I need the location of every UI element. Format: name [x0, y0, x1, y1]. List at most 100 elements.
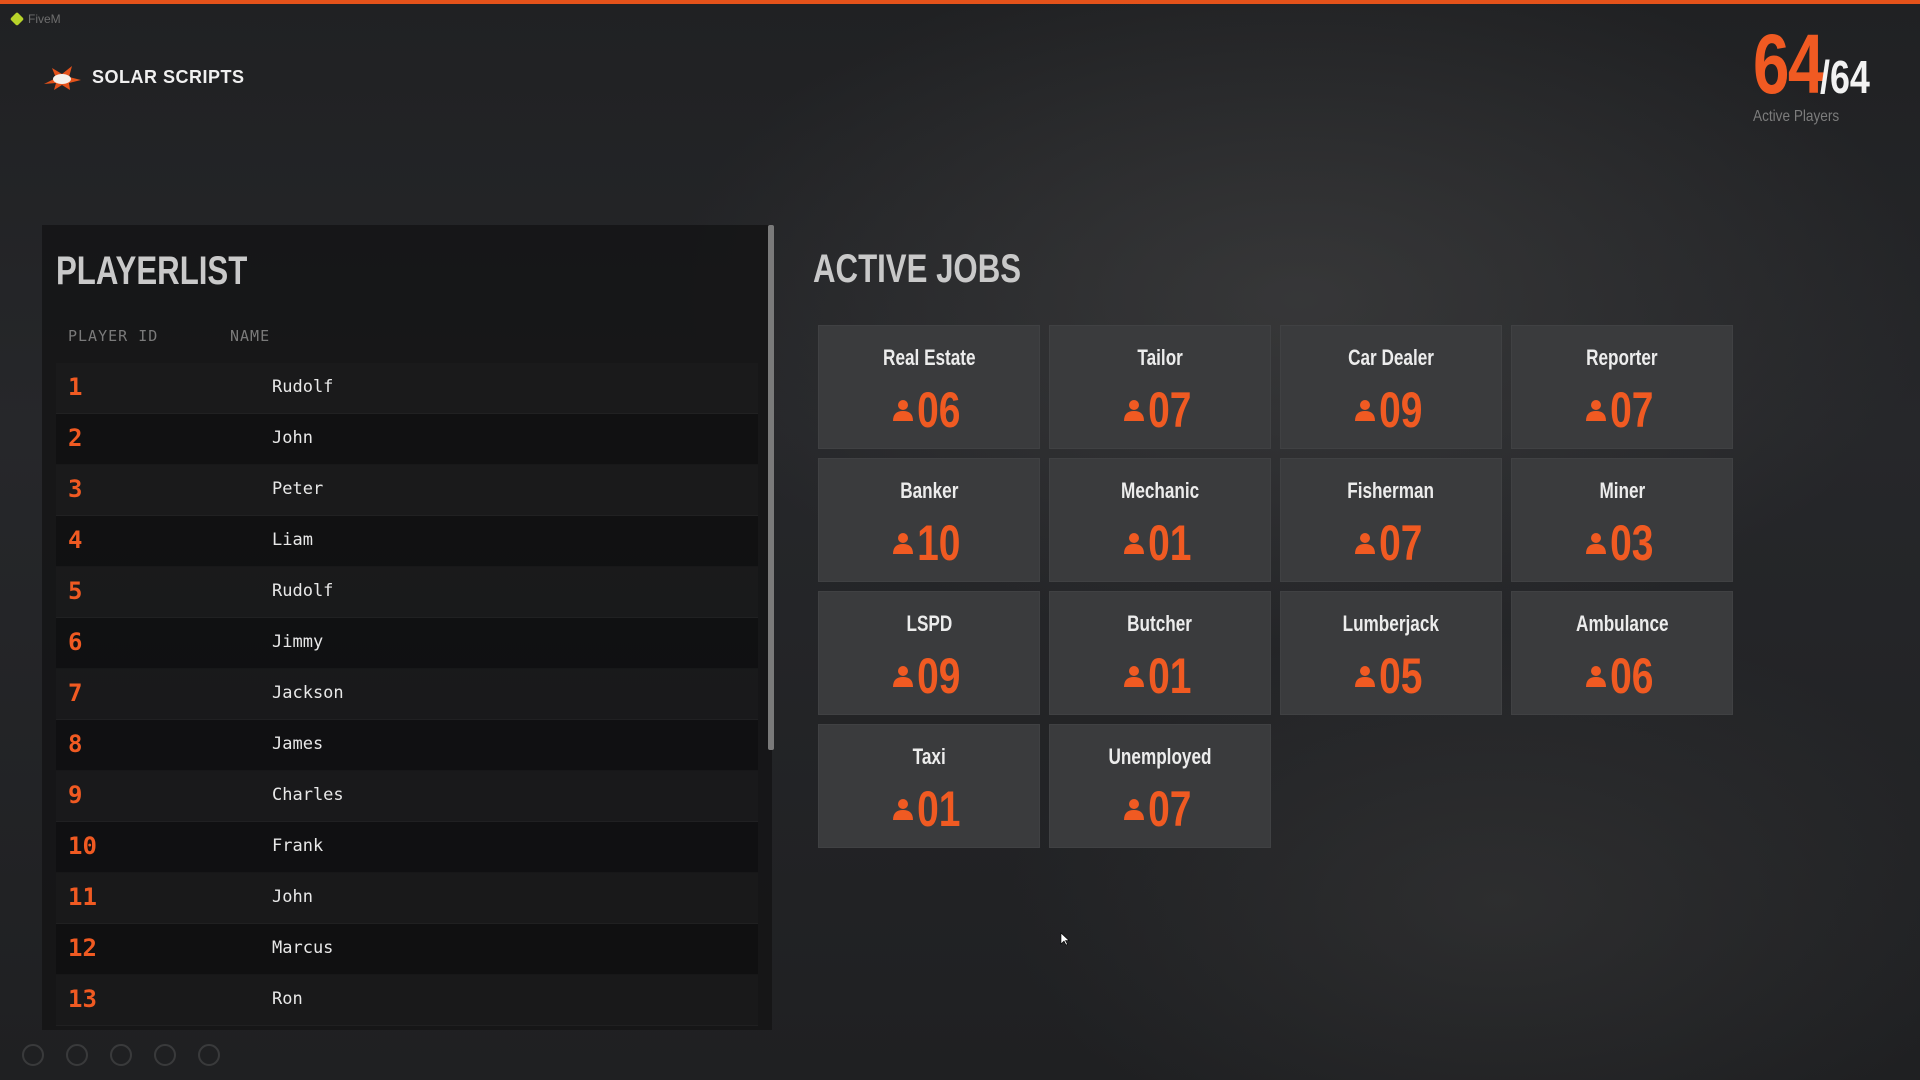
player-name: Frank [272, 836, 324, 856]
player-name: John [272, 428, 313, 448]
player-id: 11 [68, 883, 97, 911]
player-id: 6 [68, 628, 83, 656]
player-row[interactable]: 4 Liam [56, 516, 758, 567]
job-count-value: 09 [1379, 381, 1423, 438]
player-row[interactable]: 12 Marcus [56, 924, 758, 975]
job-name-text: LSPD [906, 611, 952, 636]
job-count-value: 01 [1148, 647, 1192, 704]
job-count-value: 07 [1148, 780, 1192, 837]
player-row[interactable]: 7 Jackson [56, 669, 758, 720]
person-icon [1355, 665, 1376, 687]
job-card[interactable]: LSPD 09 [818, 591, 1040, 715]
job-name-text: Fisherman [1347, 478, 1435, 503]
job-count-value: 09 [917, 647, 961, 704]
footer-home-icon [198, 1044, 220, 1066]
job-count-value: 06 [917, 381, 961, 438]
player-name: Rudolf [272, 377, 334, 397]
player-row[interactable]: 8 James [56, 720, 758, 771]
job-card[interactable]: Unemployed 07 [1049, 724, 1271, 848]
job-name: LSPD [818, 611, 1040, 637]
job-card[interactable]: Real Estate 06 [818, 325, 1040, 449]
top-accent-bar [0, 0, 1920, 4]
player-name: Jackson [272, 683, 344, 703]
player-id: 10 [68, 832, 97, 860]
player-row[interactable]: 1 Rudolf [56, 363, 758, 414]
player-row[interactable]: 10 Frank [56, 822, 758, 873]
player-id: 4 [68, 526, 83, 554]
job-card[interactable]: Butcher 01 [1049, 591, 1271, 715]
fivem-logo-icon [9, 11, 25, 27]
person-icon [1586, 532, 1607, 554]
playerlist-rows: 1 Rudolf 2 John 3 Peter 4 Liam 5 Rudolf 6 Jimmy 7 Jac… [56, 363, 758, 1026]
job-name-text: Real Estate [882, 345, 976, 370]
job-name: Taxi [818, 744, 1040, 770]
player-row[interactable]: 9 Charles [56, 771, 758, 822]
player-row[interactable]: 2 John [56, 414, 758, 465]
job-name-text: Unemployed [1108, 744, 1212, 769]
player-row[interactable]: 5 Rudolf [56, 567, 758, 618]
player-id: 3 [68, 475, 83, 503]
footer-user-icon [154, 1044, 176, 1066]
job-count: 05 [1280, 647, 1502, 701]
job-card[interactable]: Fisherman 07 [1280, 458, 1502, 582]
person-icon [1355, 399, 1376, 421]
job-count-value: 06 [1610, 647, 1654, 704]
job-card[interactable]: Reporter 07 [1511, 325, 1733, 449]
active-players-current: 64 [1752, 17, 1824, 111]
job-card[interactable]: Ambulance 06 [1511, 591, 1733, 715]
job-name-text: Lumberjack [1342, 611, 1440, 636]
player-id: 13 [68, 985, 97, 1013]
player-row[interactable]: 6 Jimmy [56, 618, 758, 669]
player-id: 12 [68, 934, 97, 962]
player-id: 1 [68, 373, 83, 401]
player-name: Liam [272, 530, 313, 550]
player-id: 9 [68, 781, 83, 809]
player-id: 5 [68, 577, 83, 605]
player-id: 7 [68, 679, 83, 707]
job-count: 01 [1049, 647, 1271, 701]
job-count-value: 05 [1379, 647, 1423, 704]
footer-info-icon [22, 1044, 44, 1066]
solar-sun-logo-icon [44, 66, 81, 90]
job-count-value: 01 [1148, 514, 1192, 571]
job-card[interactable]: Miner 03 [1511, 458, 1733, 582]
job-card[interactable]: Lumberjack 05 [1280, 591, 1502, 715]
job-name-text: Reporter [1586, 345, 1658, 370]
scoreboard-screen: FiveM SOLAR SCRIPTS 64/64 Active Players… [0, 0, 1920, 1080]
job-card[interactable]: Mechanic 01 [1049, 458, 1271, 582]
footer-settings-icon [110, 1044, 132, 1066]
player-name: Charles [272, 785, 344, 805]
job-card[interactable]: Tailor 07 [1049, 325, 1271, 449]
active-players-label: Active Players [1752, 108, 1839, 125]
playerlist-scrollbar[interactable] [768, 225, 774, 750]
playerlist-panel: PLAYERLIST PLAYER ID NAME 1 Rudolf 2 John 3 P… [42, 225, 772, 1030]
player-row[interactable]: 3 Peter [56, 465, 758, 516]
column-header-name: NAME [230, 327, 271, 345]
job-count: 07 [1049, 381, 1271, 435]
active-players-counter: 64/64 Active Players [1753, 22, 1884, 126]
job-count-value: 10 [917, 514, 961, 571]
job-card[interactable]: Taxi 01 [818, 724, 1040, 848]
player-name: Peter [272, 479, 324, 499]
job-name-text: Car Dealer [1348, 345, 1434, 370]
job-card[interactable]: Banker 10 [818, 458, 1040, 582]
job-count: 06 [818, 381, 1040, 435]
job-card[interactable]: Car Dealer 09 [1280, 325, 1502, 449]
job-name: Unemployed [1049, 744, 1271, 770]
job-count: 06 [1511, 647, 1733, 701]
job-count-value: 07 [1379, 514, 1423, 571]
job-count-value: 07 [1148, 381, 1192, 438]
player-name: Marcus [272, 938, 334, 958]
job-count: 01 [1049, 514, 1271, 568]
player-row[interactable]: 13 Ron [56, 975, 758, 1026]
job-name: Miner [1511, 478, 1733, 504]
job-count: 07 [1511, 381, 1733, 435]
job-name: Real Estate [818, 345, 1040, 371]
job-name: Tailor [1049, 345, 1271, 371]
person-icon [1355, 532, 1376, 554]
player-row[interactable]: 11 John [56, 873, 758, 924]
job-name: Ambulance [1511, 611, 1733, 637]
job-count: 09 [1280, 381, 1502, 435]
window-titlebar: FiveM [9, 11, 61, 27]
person-icon [1124, 399, 1145, 421]
